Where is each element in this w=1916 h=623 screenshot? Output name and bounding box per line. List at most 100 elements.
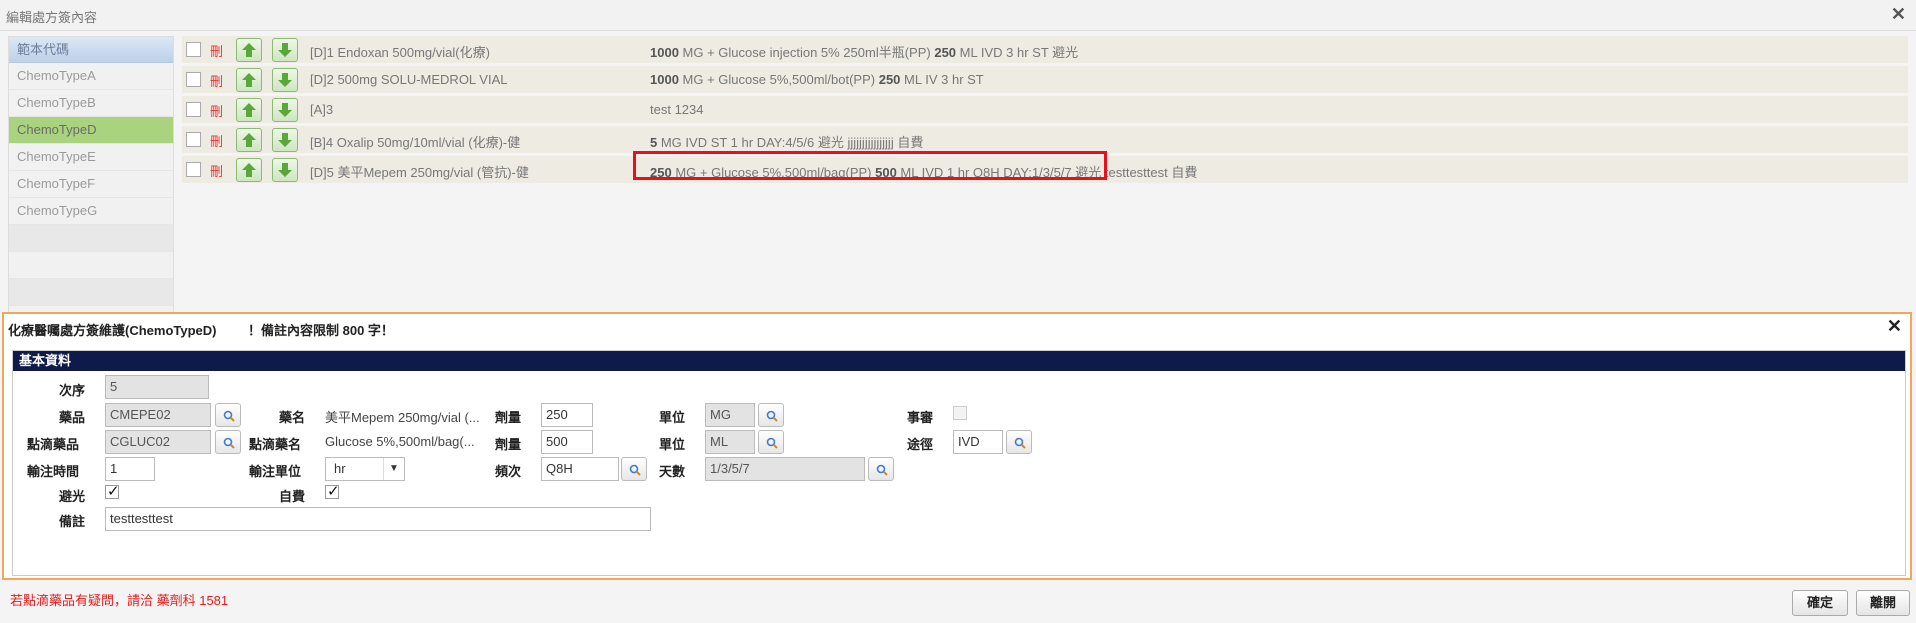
editor-panel: 化療醫囑處方簽維護(ChemoTypeD) ！備註內容限制 800 字！ ✕ 基… [2,312,1912,580]
leave-button[interactable]: 離開 [1856,590,1910,616]
remark-input[interactable]: testtesttest [105,507,651,531]
search-icon[interactable] [758,403,784,427]
move-up-icon[interactable] [236,68,262,92]
search-icon[interactable] [868,457,894,481]
close-icon[interactable]: ✕ [1887,316,1902,337]
seq-field: 5 [105,375,209,399]
editor-title: 化療醫囑處方簽維護(ChemoTypeD) [8,323,217,338]
row-checkbox[interactable] [186,42,201,57]
route-input[interactable]: IVD [953,430,1003,454]
dose-input[interactable]: 250 [541,403,593,427]
row-checkbox[interactable] [186,102,201,117]
infusion-unit-label: 輸注單位 [249,464,302,479]
route-label: 途徑 [907,437,934,452]
template-item[interactable]: ChemoTypeF [9,171,173,198]
search-icon[interactable] [215,430,241,454]
days-field[interactable]: 1/3/5/7 [705,457,865,481]
row-checkbox[interactable] [186,162,201,177]
delete-button[interactable]: 刪 [210,41,223,60]
row-drug: [D]2 500mg SOLU-MEDROL VIAL [310,72,508,87]
check-icon: ✓ [107,483,120,500]
section-header: 基本資料 [13,351,1905,371]
template-empty-row [9,279,173,306]
selfpay-label: 自費 [279,489,306,504]
window-title: 編輯處方簽內容 [6,10,98,25]
drug-name-value: 美平Mepem 250mg/vial (... [325,410,480,425]
delete-button[interactable]: 刪 [210,161,223,180]
drip-unit-field[interactable]: ML [705,430,755,454]
template-item[interactable]: ChemoTypeB [9,90,173,117]
close-icon[interactable]: ✕ [1891,4,1906,25]
basic-info-section: 基本資料 次序 5 藥品 CMEPE02 藥名 美平Mepem 250mg/vi… [12,350,1906,576]
remark-label: 備註 [59,514,86,529]
seq-label: 次序 [59,383,86,398]
row-dose: 1000 MG + Glucose injection 5% 250ml半瓶(P… [650,45,1079,60]
move-down-icon[interactable] [272,158,298,182]
template-empty-row [9,225,173,252]
row-checkbox[interactable] [186,72,201,87]
chevron-down-icon: ▼ [383,458,404,480]
search-icon[interactable] [215,403,241,427]
error-message: 若點滴藥品有疑問，請洽 藥劑科 1581 [10,593,229,608]
search-icon[interactable] [1006,430,1032,454]
row-dose: test 1234 [650,102,704,117]
drip-name-value: Glucose 5%,500ml/bag(... [325,434,475,449]
row-drug: [D]5 美平Mepem 250mg/vial (管抗)-健 [310,165,529,180]
prescription-row: 刪 [A]3 test 1234 [182,96,1908,123]
template-list: 範本代碼 ChemoTypeA ChemoTypeB ChemoTypeD Ch… [8,36,174,314]
move-up-icon[interactable] [236,128,262,152]
template-item-selected[interactable]: ChemoTypeD [9,117,173,144]
move-up-icon[interactable] [236,158,262,182]
move-up-icon[interactable] [236,98,262,122]
days-label: 天數 [659,464,686,479]
template-list-header: 範本代碼 [9,37,173,63]
highlight-frame [633,151,1107,180]
drip-dose-input[interactable]: 500 [541,430,593,454]
light-label: 避光 [59,489,86,504]
move-down-icon[interactable] [272,68,298,92]
delete-button[interactable]: 刪 [210,101,223,120]
unit-label: 單位 [659,410,686,425]
drip-label: 點滴藥品 [27,437,80,452]
move-up-icon[interactable] [236,38,262,62]
drip-code-field[interactable]: CGLUC02 [105,430,211,454]
ok-button[interactable]: 確定 [1792,590,1848,616]
template-empty-row [9,252,173,279]
drug-label: 藥品 [59,410,86,425]
search-icon[interactable] [758,430,784,454]
drip-unit-label: 單位 [659,437,686,452]
template-item[interactable]: ChemoTypeA [9,63,173,90]
dose-label: 劑量 [495,410,522,425]
editor-note: ！備註內容限制 800 字！ [248,323,394,338]
infusion-time-input[interactable]: 1 [105,457,155,481]
template-item[interactable]: ChemoTypeG [9,198,173,225]
infusion-unit-value: hr [334,461,346,476]
row-drug: [A]3 [310,102,334,117]
selfpay-checkbox[interactable]: ✓ [325,483,340,500]
move-down-icon[interactable] [272,128,298,152]
delete-button[interactable]: 刪 [210,71,223,90]
freq-input[interactable]: Q8H [541,457,619,481]
drip-name-label: 點滴藥名 [249,437,302,452]
freq-label: 頻次 [495,464,522,479]
review-label: 事審 [907,410,934,425]
infusion-unit-select[interactable]: hr ▼ [325,457,405,481]
move-down-icon[interactable] [272,98,298,122]
prescription-row: 刪 [B]4 Oxalip 50mg/10ml/vial (化療)-健 5 MG… [182,126,1908,153]
row-dose: 1000 MG + Glucose 5%,500ml/bot(PP) 250 M… [650,72,984,87]
template-item[interactable]: ChemoTypeE [9,144,173,171]
prescription-row: 刪 [D]2 500mg SOLU-MEDROL VIAL 1000 MG + … [182,66,1908,93]
delete-button[interactable]: 刪 [210,131,223,150]
drug-name-label: 藥名 [279,410,306,425]
infusion-time-label: 輸注時間 [27,464,80,479]
search-icon[interactable] [621,457,647,481]
drug-code-field[interactable]: CMEPE02 [105,403,211,427]
unit-field[interactable]: MG [705,403,755,427]
row-drug: [D]1 Endoxan 500mg/vial(化療) [310,45,490,60]
light-checkbox[interactable]: ✓ [105,483,120,500]
check-icon: ✓ [327,483,340,500]
footer: 若點滴藥品有疑問，請洽 藥劑科 1581 確定 離開 [0,582,1916,623]
move-down-icon[interactable] [272,38,298,62]
review-checkbox[interactable] [953,406,967,420]
row-checkbox[interactable] [186,132,201,147]
